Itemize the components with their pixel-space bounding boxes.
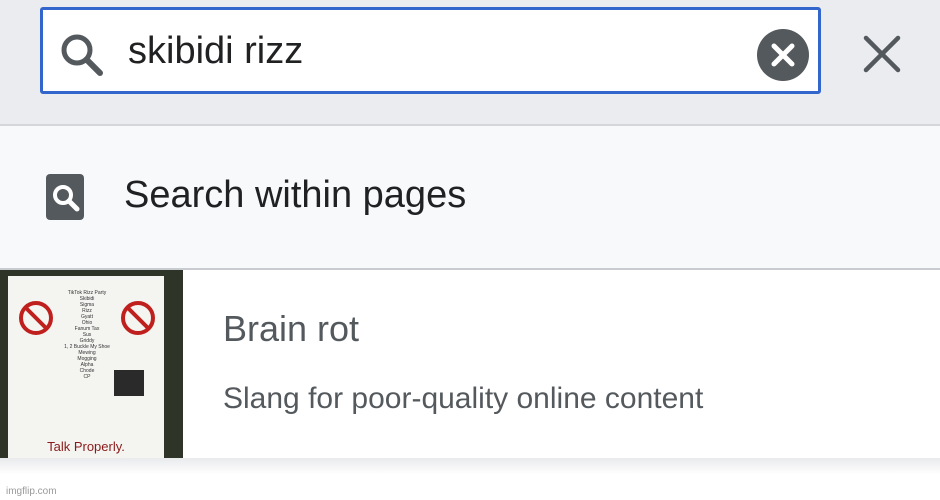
search-within-pages-label: Search within pages xyxy=(124,174,467,216)
search-result-item[interactable]: TikTok Rizz Party Skibidi Sigma Rizz Gya… xyxy=(0,270,940,458)
bottom-shadow xyxy=(0,458,940,500)
search-within-pages-row[interactable]: Search within pages xyxy=(0,126,940,268)
close-icon[interactable] xyxy=(858,30,906,78)
watermark: imgflip.com xyxy=(6,486,57,497)
page-search-icon xyxy=(46,174,84,220)
search-header xyxy=(0,0,940,124)
sign-footer-text: Talk Properly. xyxy=(47,439,125,454)
result-description: Slang for poor-quality online content xyxy=(223,382,704,415)
result-thumbnail: TikTok Rizz Party Skibidi Sigma Rizz Gya… xyxy=(0,270,183,458)
clear-circle-icon[interactable] xyxy=(757,29,809,81)
search-icon xyxy=(61,34,103,76)
sign-photo xyxy=(114,370,144,396)
sign-word-list: TikTok Rizz Party Skibidi Sigma Rizz Gya… xyxy=(44,290,130,380)
result-title: Brain rot xyxy=(223,308,360,349)
search-box[interactable] xyxy=(40,7,821,94)
sign-image: TikTok Rizz Party Skibidi Sigma Rizz Gya… xyxy=(8,276,164,458)
search-input[interactable] xyxy=(128,26,748,76)
